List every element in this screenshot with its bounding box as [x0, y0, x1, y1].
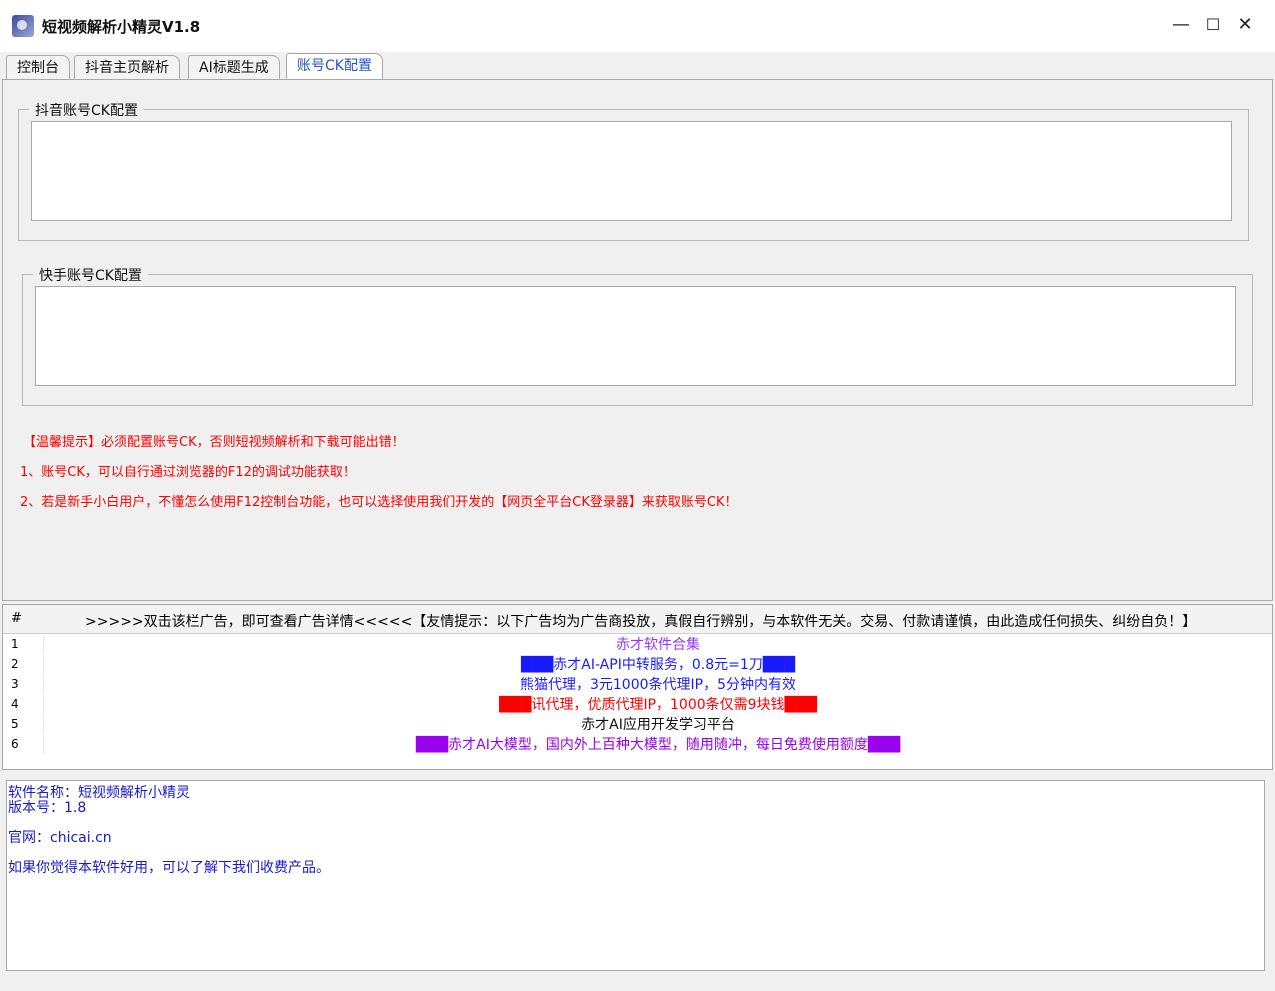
douyin-ck-legend: 抖音账号CK配置: [29, 100, 144, 120]
tip-line-1: 1、账号CK，可以自行通过浏览器的F12的调试功能获取！: [20, 465, 356, 480]
column-header-number: #: [11, 611, 22, 626]
table-row[interactable]: 2 ███赤才AI-API中转服务，0.8元=1刀███: [3, 655, 1272, 675]
window-title: 短视频解析小精灵V1.8: [42, 18, 201, 36]
minimize-button[interactable]: —: [1166, 8, 1196, 42]
kuaishou-ck-input[interactable]: [35, 286, 1236, 386]
row-number: 2: [11, 657, 19, 671]
promo-text: 如果你觉得本软件好用，可以了解下我们收费产品。: [8, 860, 330, 876]
table-row[interactable]: 6 ███赤才AI大模型，国内外上百种大模型，随用随冲，每日免费使用额度███: [3, 735, 1272, 755]
ad-text[interactable]: 赤才AI应用开发学习平台: [43, 716, 1272, 734]
ad-text[interactable]: 赤才软件合集: [43, 636, 1272, 654]
kuaishou-ck-legend: 快手账号CK配置: [33, 265, 148, 285]
ad-text[interactable]: ███赤才AI-API中转服务，0.8元=1刀███: [43, 656, 1272, 674]
ad-table: # >>>>>双击该栏广告，即可查看广告详情<<<<<【友情提示：以下广告均为广…: [2, 604, 1273, 770]
row-number: 5: [11, 717, 19, 731]
ad-text[interactable]: ███讯代理，优质代理IP，1000条仅需9块钱███: [43, 696, 1272, 714]
row-number: 3: [11, 677, 19, 691]
maximize-button[interactable]: ☐: [1198, 8, 1228, 42]
row-number: 6: [11, 737, 19, 751]
ck-config-panel: 抖音账号CK配置 快手账号CK配置 【温馨提示】必须配置账号CK，否则短视频解析…: [2, 79, 1273, 601]
table-row[interactable]: 4 ███讯代理，优质代理IP，1000条仅需9块钱███: [3, 695, 1272, 715]
column-header-ad: >>>>>双击该栏广告，即可查看广告详情<<<<<【友情提示：以下广告均为广告商…: [85, 614, 1197, 630]
tab-bar: 控制台 抖音主页解析 AI标题生成 账号CK配置: [0, 52, 1275, 81]
table-row[interactable]: 5 赤才AI应用开发学习平台: [3, 715, 1272, 735]
ad-text[interactable]: ███赤才AI大模型，国内外上百种大模型，随用随冲，每日免费使用额度███: [43, 736, 1272, 754]
ad-text[interactable]: 熊猫代理，3元1000条代理IP，5分钟内有效: [43, 676, 1272, 694]
tab-account-ck[interactable]: 账号CK配置: [286, 53, 383, 81]
app-icon: [12, 15, 34, 37]
tab-douyin-home-parse[interactable]: 抖音主页解析: [74, 55, 180, 80]
tab-ai-title[interactable]: AI标题生成: [188, 55, 280, 80]
kuaishou-ck-group: 快手账号CK配置: [22, 265, 1253, 406]
ad-table-header: # >>>>>双击该栏广告，即可查看广告详情<<<<<【友情提示：以下广告均为广…: [3, 605, 1272, 634]
tab-console[interactable]: 控制台: [6, 55, 70, 80]
close-button[interactable]: ✕: [1230, 8, 1260, 42]
official-site: 官网：chicai.cn: [8, 830, 112, 846]
table-row[interactable]: 1 赤才软件合集: [3, 635, 1272, 655]
douyin-ck-group: 抖音账号CK配置: [18, 100, 1249, 241]
tip-line-2: 2、若是新手小白用户，不懂怎么使用F12控制台功能，也可以选择使用我们开发的【网…: [20, 495, 738, 510]
title-bar: 短视频解析小精灵V1.8 — ☐ ✕: [0, 0, 1275, 52]
douyin-ck-input[interactable]: [31, 121, 1232, 221]
row-number: 1: [11, 637, 19, 651]
row-number: 4: [11, 697, 19, 711]
software-info-box[interactable]: 软件名称：短视频解析小精灵 版本号：1.8 官网：chicai.cn 如果你觉得…: [6, 780, 1265, 971]
software-version: 版本号：1.8: [8, 800, 87, 816]
table-row[interactable]: 3 熊猫代理，3元1000条代理IP，5分钟内有效: [3, 675, 1272, 695]
tip-warning: 【温馨提示】必须配置账号CK，否则短视频解析和下载可能出错！: [23, 435, 405, 450]
